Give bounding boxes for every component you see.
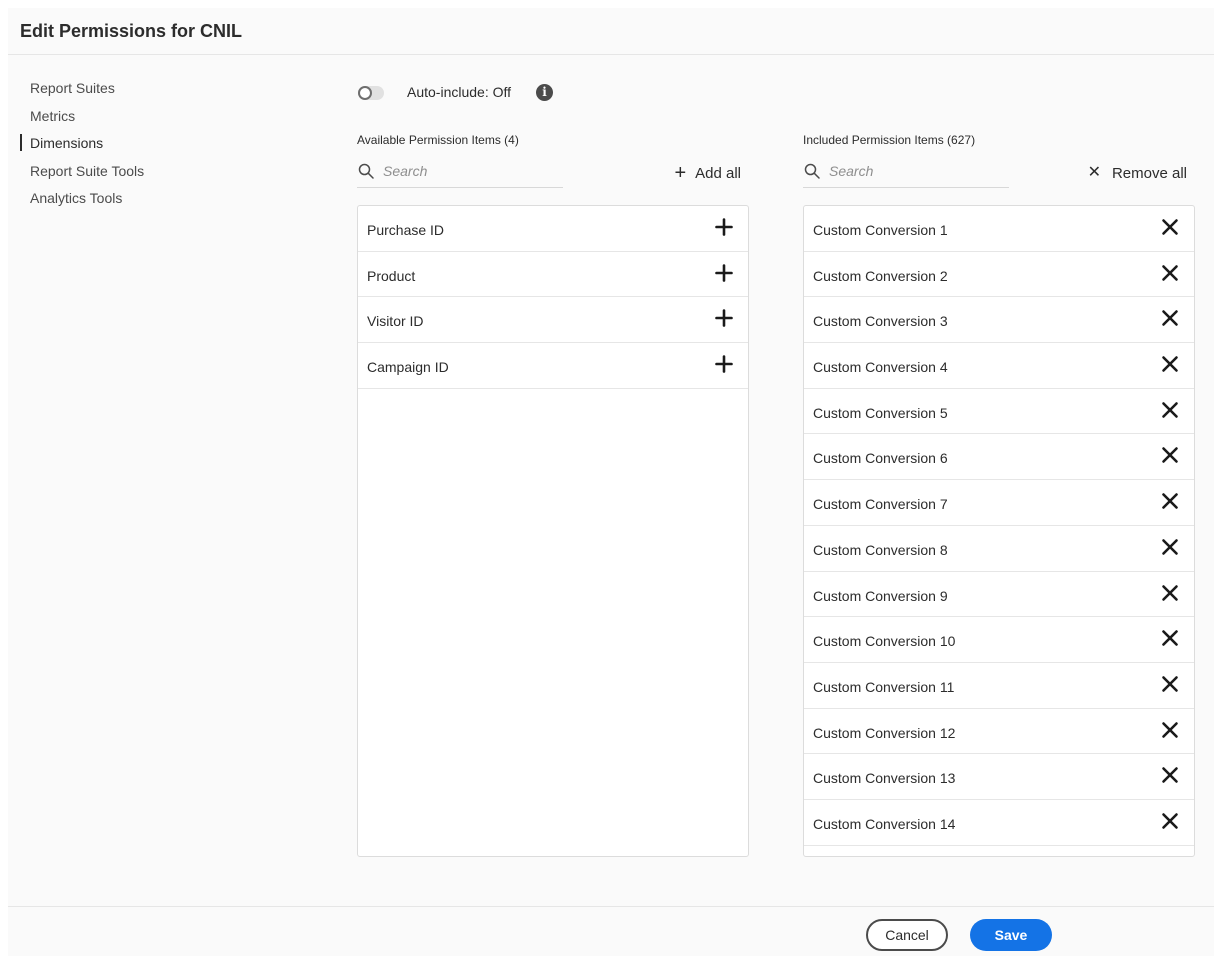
close-icon[interactable] <box>1158 215 1182 239</box>
list-item[interactable]: Custom Conversion 12 <box>804 709 1194 755</box>
list-item-label: Custom Conversion 8 <box>813 541 948 558</box>
list-item[interactable]: Custom Conversion 2 <box>804 252 1194 298</box>
included-items-list: Custom Conversion 1 Custom Conversion 2 Cu… <box>803 205 1195 857</box>
available-search-input[interactable] <box>383 162 558 180</box>
plus-icon[interactable] <box>712 306 736 330</box>
list-item-label: Campaign ID <box>367 359 449 376</box>
list-item[interactable]: Custom Conversion 6 <box>804 434 1194 481</box>
list-item-label: Custom Conversion 14 <box>813 815 956 832</box>
plus-icon: + <box>674 162 687 184</box>
list-item-label: Product <box>367 267 416 284</box>
dialog-header: Edit Permissions for CNIL <box>8 8 1214 55</box>
plus-icon[interactable] <box>712 352 736 376</box>
search-icon <box>804 163 820 179</box>
list-item[interactable]: Custom Conversion 9 <box>804 572 1194 618</box>
list-item[interactable]: Custom Conversion 3 <box>804 297 1194 344</box>
close-icon[interactable] <box>1158 718 1182 742</box>
list-item[interactable]: Custom Conversion 1 <box>804 206 1194 252</box>
close-icon[interactable] <box>1158 352 1182 376</box>
list-item[interactable]: Custom Conversion 4 <box>804 343 1194 389</box>
add-all-button[interactable]: + Add all <box>674 162 741 184</box>
available-panel-title: Available Permission Items (4) <box>357 133 519 147</box>
list-item-label: Custom Conversion 1 <box>813 222 948 238</box>
close-icon[interactable] <box>1158 626 1182 650</box>
page-title: Edit Permissions for CNIL <box>20 21 243 41</box>
cancel-button[interactable]: Cancel <box>866 919 948 951</box>
close-icon[interactable] <box>1158 489 1182 513</box>
close-icon: ✕ <box>1087 164 1101 181</box>
list-item-label: Custom Conversion 11 <box>813 678 955 695</box>
plus-icon[interactable] <box>712 215 736 239</box>
info-icon[interactable]: i <box>536 84 553 101</box>
included-panel-title: Included Permission Items (627) <box>803 133 976 147</box>
plus-icon[interactable] <box>712 261 736 285</box>
list-item-label: Custom Conversion 12 <box>813 724 956 741</box>
list-item-label: Custom Conversion 10 <box>813 633 956 650</box>
list-item[interactable]: Product <box>358 252 748 298</box>
list-item-label: Custom Conversion 9 <box>813 587 948 604</box>
available-search <box>357 160 563 188</box>
list-item[interactable]: Purchase ID <box>358 206 748 252</box>
edit-permissions-dialog: Edit Permissions for CNIL Report Suites … <box>8 8 1214 956</box>
sidebar-item-report-suites[interactable]: Report Suites <box>20 78 144 106</box>
close-icon[interactable] <box>1158 581 1182 605</box>
list-item-label: Custom Conversion 5 <box>813 404 948 421</box>
list-item[interactable]: Custom Conversion 8 <box>804 526 1194 572</box>
list-item[interactable]: Campaign ID <box>358 343 748 389</box>
list-item[interactable]: Custom Conversion 5 <box>804 389 1194 435</box>
close-icon[interactable] <box>1158 763 1182 787</box>
list-item-label: Custom Conversion 13 <box>813 770 956 787</box>
close-icon[interactable] <box>1158 398 1182 422</box>
available-items-list: Purchase ID Product Visitor ID Campaign ID <box>357 205 749 857</box>
list-item[interactable]: Custom Conversion 13 <box>804 754 1194 800</box>
close-icon[interactable] <box>1158 443 1182 467</box>
list-item[interactable]: Custom Conversion 14 <box>804 800 1194 846</box>
list-item[interactable]: Custom Conversion 7 <box>804 480 1194 526</box>
included-search <box>803 160 1009 188</box>
sidebar-nav: Report Suites Metrics Dimensions Report … <box>20 78 144 216</box>
sidebar-item-analytics-tools[interactable]: Analytics Tools <box>20 188 144 216</box>
list-item[interactable]: Custom Conversion 11 <box>804 663 1194 709</box>
list-item-label: Custom Conversion 2 <box>813 267 948 284</box>
list-item-label: Custom Conversion 3 <box>813 313 948 330</box>
list-item-label: Custom Conversion 4 <box>813 359 948 376</box>
list-item-label: Custom Conversion 7 <box>813 496 948 513</box>
toggle-knob <box>358 86 372 100</box>
list-item[interactable]: Custom Conversion 10 <box>804 617 1194 663</box>
remove-all-button[interactable]: ✕ Remove all <box>1088 162 1187 184</box>
included-search-input[interactable] <box>829 162 1004 180</box>
search-icon <box>358 163 374 179</box>
close-icon[interactable] <box>1158 261 1182 285</box>
remove-all-label: Remove all <box>1111 164 1187 182</box>
close-icon[interactable] <box>1158 672 1182 696</box>
included-panel: Included Permission Items (627) ✕ Remove… <box>803 132 1195 857</box>
add-all-label: Add all <box>695 164 741 182</box>
sidebar-item-metrics[interactable]: Metrics <box>20 106 144 134</box>
list-item[interactable]: Visitor ID <box>358 297 748 344</box>
sidebar-item-report-suite-tools[interactable]: Report Suite Tools <box>20 161 144 189</box>
close-icon[interactable] <box>1158 535 1182 559</box>
close-icon[interactable] <box>1158 306 1182 330</box>
list-item-label: Custom Conversion 6 <box>813 450 948 467</box>
dialog-footer: Cancel Save <box>8 906 1214 957</box>
auto-include-toggle[interactable] <box>358 86 384 100</box>
available-panel: Available Permission Items (4) + Add all… <box>357 132 749 857</box>
auto-include-label: Auto-include: Off <box>407 84 512 100</box>
close-icon[interactable] <box>1158 809 1182 833</box>
list-item-label: Purchase ID <box>367 222 445 238</box>
list-item-label: Visitor ID <box>367 313 424 330</box>
save-button[interactable]: Save <box>970 919 1052 951</box>
sidebar-item-dimensions[interactable]: Dimensions <box>20 133 144 161</box>
